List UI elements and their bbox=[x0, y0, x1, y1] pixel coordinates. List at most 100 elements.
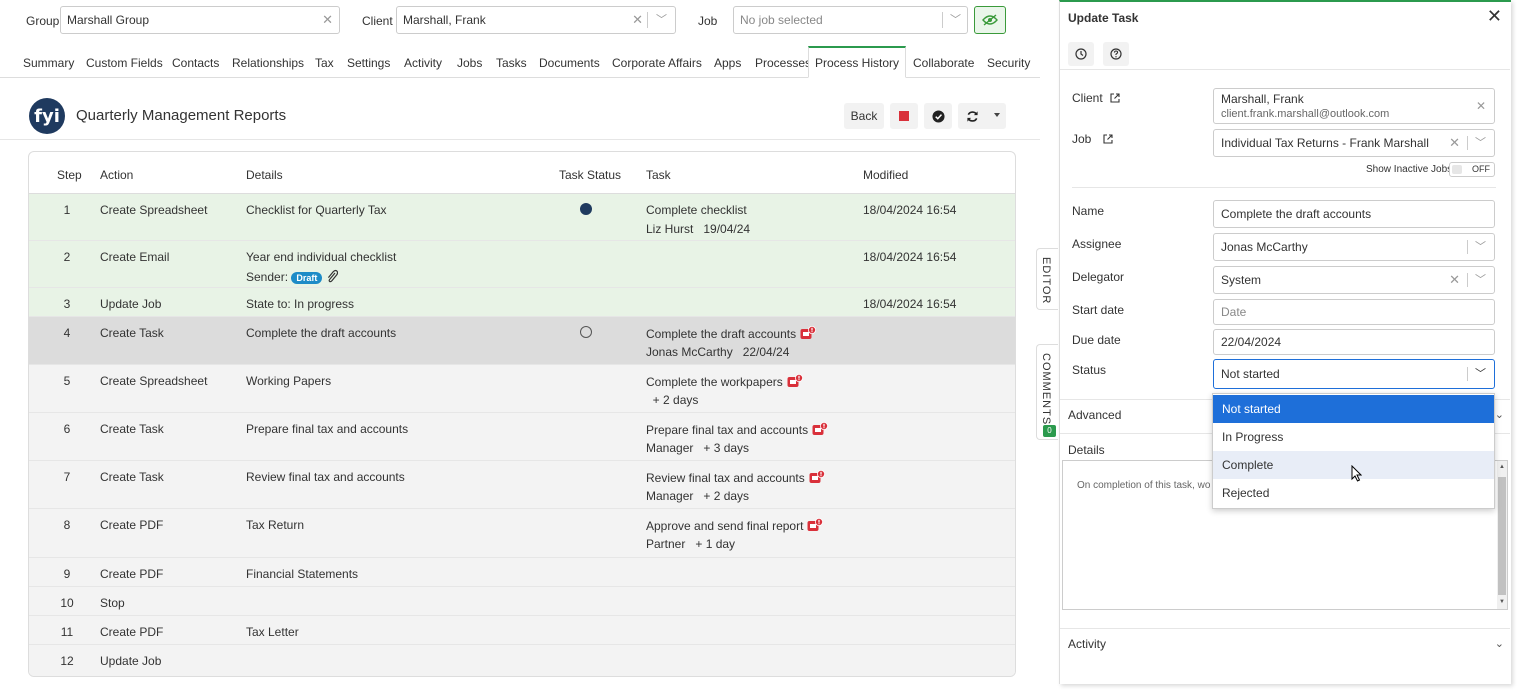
scroll-up-icon[interactable]: ▲ bbox=[1499, 464, 1505, 470]
help-button[interactable] bbox=[1103, 42, 1129, 66]
tab-contacts[interactable]: Contacts bbox=[172, 46, 219, 78]
table-row[interactable]: 8 Create PDF Tax Return Approve and send fi… bbox=[29, 509, 1015, 558]
chevron-down-icon[interactable]: ﹀ bbox=[1475, 267, 1486, 293]
back-button[interactable]: Back bbox=[844, 103, 884, 129]
caret-down-icon[interactable] bbox=[994, 113, 1000, 117]
assignee-select[interactable]: Jonas McCarthy ﹀ bbox=[1213, 233, 1495, 261]
external-link-icon[interactable] bbox=[1110, 93, 1120, 103]
tab-documents[interactable]: Documents bbox=[539, 46, 600, 78]
stop-button[interactable] bbox=[890, 103, 918, 129]
tab-process-history[interactable]: Process History bbox=[808, 46, 907, 78]
close-icon[interactable]: ✕ bbox=[1487, 6, 1502, 27]
clear-icon[interactable]: ✕ bbox=[322, 12, 333, 28]
hide-toggle-button[interactable] bbox=[974, 6, 1006, 34]
tab-summary[interactable]: Summary bbox=[23, 46, 74, 78]
scroll-down-icon[interactable]: ▼ bbox=[1499, 599, 1505, 605]
chevron-down-icon[interactable]: ﹀ bbox=[656, 11, 667, 27]
action-cell: Update Job bbox=[100, 297, 162, 311]
update-task-panel: Update Task ✕ Client Marshall, Frank cli… bbox=[1059, 0, 1511, 684]
modified-cell: 18/04/2024 16:54 bbox=[863, 297, 957, 311]
tab-security[interactable]: Security bbox=[987, 46, 1030, 78]
status-option-not-started[interactable]: Not started bbox=[1213, 395, 1494, 423]
job-field[interactable]: Individual Tax Returns - Frank Marshall … bbox=[1213, 129, 1495, 157]
table-row[interactable]: 5 Create Spreadsheet Working Papers Complet… bbox=[29, 365, 1015, 413]
task-name[interactable]: Prepare final tax and accounts bbox=[646, 423, 808, 437]
chevron-down-icon[interactable]: ﹀ bbox=[950, 11, 961, 27]
editor-side-tab[interactable]: EDITOR bbox=[1036, 248, 1058, 310]
delegator-select[interactable]: System ✕ ﹀ bbox=[1213, 266, 1495, 294]
client-field[interactable]: Marshall, Frank client.frank.marshall@ou… bbox=[1213, 88, 1495, 124]
tab-activity[interactable]: Activity bbox=[404, 46, 442, 78]
client-value: Marshall, Frank bbox=[403, 13, 486, 27]
task-cell[interactable]: Complete the workpapers bbox=[646, 374, 803, 389]
status-dropdown-menu: Not started In Progress Complete Rejected bbox=[1212, 393, 1495, 509]
table-row[interactable]: 4 Create Task Complete the draft accounts C… bbox=[29, 317, 1015, 365]
job-select[interactable]: No job selected ﹀ bbox=[733, 6, 968, 34]
divider bbox=[647, 12, 648, 28]
task-cell[interactable]: Complete checklist bbox=[646, 203, 747, 217]
complete-button[interactable] bbox=[924, 103, 952, 129]
table-row[interactable]: 12 Update Job bbox=[29, 645, 1015, 676]
task-cell[interactable]: Approve and send final report bbox=[646, 518, 824, 533]
chevron-down-icon[interactable]: ﹀ bbox=[1475, 130, 1486, 156]
tab-processes[interactable]: Processes bbox=[755, 46, 811, 78]
table-row[interactable]: 3 Update Job State to: In progress 18/04/20… bbox=[29, 288, 1015, 317]
start-date-placeholder: Date bbox=[1221, 305, 1247, 319]
tab-custom-fields[interactable]: Custom Fields bbox=[86, 46, 163, 78]
table-row[interactable]: 6 Create Task Prepare final tax and accoun… bbox=[29, 413, 1015, 461]
task-cell[interactable]: Review final tax and accounts bbox=[646, 470, 825, 485]
scrollbar-thumb[interactable] bbox=[1498, 477, 1506, 595]
task-cell[interactable]: Complete the draft accounts bbox=[646, 326, 817, 341]
tab-corporate-affairs[interactable]: Corporate Affairs bbox=[612, 46, 702, 78]
table-row[interactable]: 9 Create PDF Financial Statements bbox=[29, 558, 1015, 587]
task-name[interactable]: Complete checklist bbox=[646, 203, 747, 217]
clear-icon[interactable]: ✕ bbox=[632, 12, 643, 28]
comments-side-tab[interactable]: COMMENTS 0 bbox=[1036, 344, 1058, 440]
task-name[interactable]: Complete the workpapers bbox=[646, 375, 783, 389]
external-link-icon[interactable] bbox=[1103, 134, 1113, 144]
due-date-input[interactable]: 22/04/2024 bbox=[1213, 329, 1495, 355]
status-select[interactable]: Not started ﹀ bbox=[1213, 359, 1495, 389]
task-name[interactable]: Approve and send final report bbox=[646, 519, 803, 533]
task-name[interactable]: Review final tax and accounts bbox=[646, 471, 805, 485]
chevron-down-icon[interactable]: ⌄ bbox=[1495, 637, 1504, 650]
clear-icon[interactable]: ✕ bbox=[1449, 267, 1460, 293]
table-row[interactable]: 11 Create PDF Tax Letter bbox=[29, 616, 1015, 645]
paperclip-icon[interactable] bbox=[326, 269, 338, 283]
activity-section[interactable]: Activity ⌄ bbox=[1060, 628, 1510, 658]
group-select[interactable]: Marshall Group ✕ bbox=[60, 6, 340, 34]
step-cell: 3 bbox=[63, 297, 71, 311]
task-sub-cell: + 2 days bbox=[646, 393, 699, 407]
details-scrollbar[interactable]: ▲ ▼ bbox=[1497, 461, 1507, 609]
task-cell[interactable]: Prepare final tax and accounts bbox=[646, 422, 829, 437]
name-input[interactable]: Complete the draft accounts bbox=[1213, 200, 1495, 228]
tab-jobs[interactable]: Jobs bbox=[457, 46, 482, 78]
refresh-button[interactable] bbox=[958, 103, 1006, 129]
clear-icon[interactable]: ✕ bbox=[1449, 130, 1460, 156]
chevron-down-icon[interactable]: ﹀ bbox=[1475, 360, 1486, 388]
table-row[interactable]: 1 Create Spreadsheet Checklist for Quarter… bbox=[29, 194, 1015, 241]
chevron-down-icon[interactable]: ﹀ bbox=[1475, 234, 1486, 260]
modified-cell: 18/04/2024 16:54 bbox=[863, 250, 957, 264]
clear-icon[interactable]: ✕ bbox=[1476, 99, 1486, 113]
chevron-down-icon[interactable]: ⌄ bbox=[1495, 408, 1504, 421]
client-select[interactable]: Marshall, Frank ✕ ﹀ bbox=[396, 6, 676, 34]
tab-tax[interactable]: Tax bbox=[315, 46, 334, 78]
tab-settings[interactable]: Settings bbox=[347, 46, 390, 78]
col-task-status: Task Status bbox=[559, 168, 622, 182]
details-label: Details bbox=[1068, 443, 1105, 457]
tab-tasks[interactable]: Tasks bbox=[496, 46, 527, 78]
action-cell: Create Spreadsheet bbox=[100, 203, 208, 217]
status-option-in-progress[interactable]: In Progress bbox=[1213, 423, 1494, 451]
tab-apps[interactable]: Apps bbox=[714, 46, 741, 78]
show-inactive-toggle[interactable]: OFF bbox=[1449, 162, 1495, 177]
start-date-input[interactable]: Date bbox=[1213, 299, 1495, 325]
status-option-rejected[interactable]: Rejected bbox=[1213, 479, 1494, 507]
table-row[interactable]: 7 Create Task Review final tax and account… bbox=[29, 461, 1015, 509]
history-button[interactable] bbox=[1068, 42, 1094, 66]
table-row[interactable]: 10 Stop bbox=[29, 587, 1015, 616]
tab-relationships[interactable]: Relationships bbox=[232, 46, 304, 78]
tab-collaborate[interactable]: Collaborate bbox=[913, 46, 974, 78]
table-row[interactable]: 2 Create Email Year end individual checkli… bbox=[29, 241, 1015, 288]
task-name[interactable]: Complete the draft accounts bbox=[646, 327, 796, 341]
